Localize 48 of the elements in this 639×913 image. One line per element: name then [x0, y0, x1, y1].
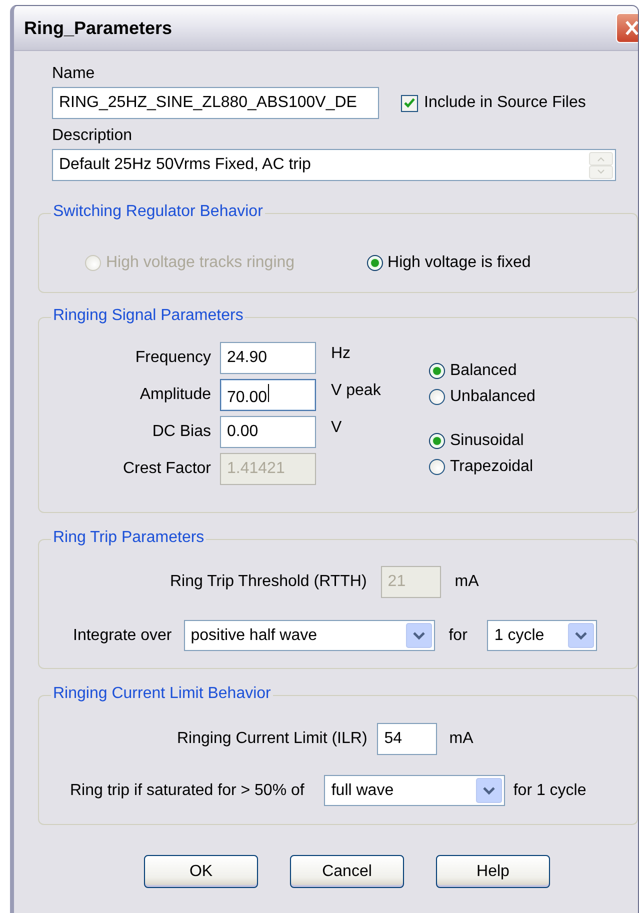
field-label: for: [448, 626, 468, 644]
radio-button[interactable]: High voltage is fixed: [366, 254, 531, 272]
checkmark-icon: [402, 96, 417, 110]
field-label: Amplitude: [138, 386, 211, 404]
dropdown[interactable]: 1 cycle: [487, 620, 598, 651]
radio-button[interactable]: Trapezoidal: [429, 458, 536, 476]
number-field: 1.41421: [220, 453, 316, 485]
unit-label: mA: [449, 730, 474, 748]
description-field[interactable]: Default 25Hz 50Vrms Fixed, AC trip: [52, 149, 616, 181]
number-field[interactable]: 0.00: [220, 416, 316, 448]
number-field[interactable]: 70.00: [220, 379, 316, 411]
unit-label: mA: [454, 573, 479, 591]
field-label: Name: [52, 65, 96, 83]
dialog-button[interactable]: Cancel: [290, 855, 404, 888]
field-label: Crest Factor: [122, 460, 211, 478]
field-label: Integrate over: [73, 626, 172, 644]
field-label: DC Bias: [151, 423, 211, 441]
group-title: Ringing Current Limit Behavior: [51, 685, 273, 703]
field-label: Ringing Current Limit (ILR): [177, 730, 368, 748]
chevron-down-icon[interactable]: [476, 778, 502, 803]
dialog-button[interactable]: Help: [436, 855, 550, 888]
radio-button[interactable]: Unbalanced: [429, 388, 536, 406]
group-title: Ring Trip Parameters: [51, 529, 206, 547]
number-field[interactable]: 24.90: [220, 342, 316, 374]
number-field: 21: [380, 566, 441, 598]
name-field[interactable]: RING_25HZ_SINE_ZL880_ABS100V_DE: [52, 87, 379, 119]
dropdown[interactable]: positive half wave: [184, 620, 435, 651]
dropdown[interactable]: full wave: [324, 775, 506, 806]
unit-label: V peak: [331, 381, 382, 400]
include-checkbox[interactable]: Include in Source Files: [401, 94, 586, 112]
radio-button[interactable]: Balanced: [429, 362, 536, 380]
radio-button: High voltage tracks ringing: [85, 254, 295, 272]
field-label: Ring trip if saturated for > 50% of: [70, 782, 304, 800]
field-label: for 1 cycle: [513, 782, 586, 800]
group-title: Ringing Signal Parameters: [51, 307, 246, 325]
unit-label: V: [331, 418, 343, 437]
window-title: Ring_Parameters: [24, 18, 174, 38]
group-title: Switching Regulator Behavior: [51, 203, 265, 221]
chevron-down-icon[interactable]: [406, 623, 432, 648]
number-field[interactable]: 54: [377, 723, 438, 755]
unit-label: Hz: [331, 344, 352, 363]
radio-button[interactable]: Sinusoidal: [429, 432, 536, 450]
close-icon[interactable]: [623, 19, 638, 37]
dialog-button[interactable]: OK: [144, 855, 258, 888]
field-label: Description: [52, 127, 134, 145]
chevron-down-icon[interactable]: [568, 623, 594, 648]
field-label: Frequency: [134, 349, 211, 367]
field-label: Ring Trip Threshold (RTTH): [170, 573, 367, 591]
